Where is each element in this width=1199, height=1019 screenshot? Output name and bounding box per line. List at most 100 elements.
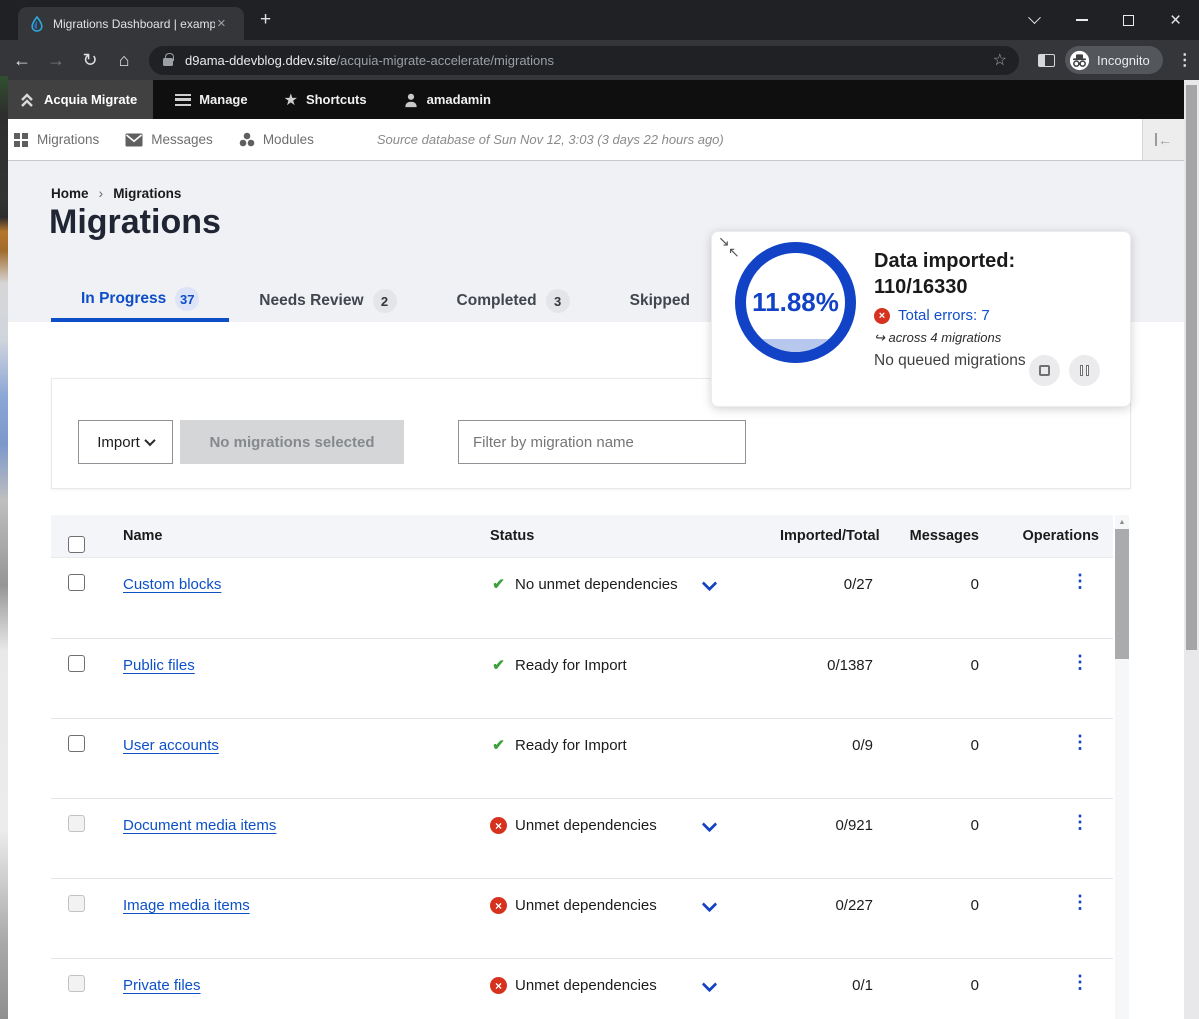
status-text: Unmet dependencies <box>515 896 657 916</box>
tab-completed[interactable]: Completed 3 <box>427 280 600 322</box>
migration-name-link[interactable]: Custom blocks <box>123 576 221 593</box>
status-expand-chevron-icon[interactable] <box>702 576 718 592</box>
page-scrollbar-thumb[interactable] <box>1186 85 1197 650</box>
status-error-icon: × <box>490 897 507 914</box>
row-operations-icon[interactable]: ⋮ <box>1071 652 1089 672</box>
scroll-up-arrow-icon[interactable]: ▲ <box>1115 515 1129 529</box>
status-text: Unmet dependencies <box>515 976 657 996</box>
total-errors-link[interactable]: Total errors: 7 <box>898 307 990 324</box>
tab-count-badge: 3 <box>546 289 570 313</box>
table-scrollbar[interactable]: ▲ <box>1115 515 1129 1019</box>
url-path: /acquia-migrate-accelerate/migrations <box>337 53 554 68</box>
migration-name-link[interactable]: Document media items <box>123 817 276 834</box>
toolbar-item-messages[interactable]: Messages <box>112 132 226 147</box>
side-panel-icon[interactable] <box>1038 54 1055 67</box>
row-operations-icon[interactable]: ⋮ <box>1071 892 1089 912</box>
toolbar-collapse-button[interactable]: ← <box>1142 119 1184 160</box>
address-input[interactable]: d9ama-ddevblog.ddev.site /acquia-migrate… <box>149 46 1019 75</box>
row-operations-icon[interactable]: ⋮ <box>1071 571 1089 591</box>
row-checkbox[interactable] <box>68 815 85 832</box>
window-minimize-button[interactable] <box>1058 0 1105 40</box>
status-expand-chevron-icon[interactable] <box>702 897 718 913</box>
pause-button[interactable] <box>1069 355 1100 386</box>
migration-name-link[interactable]: Image media items <box>123 897 250 914</box>
status-expand-chevron-icon[interactable] <box>702 817 718 833</box>
admin-toolbar: Acquia Migrate Manage ★ Shortcuts amadam… <box>8 80 1184 119</box>
tab-label: Completed <box>457 292 537 310</box>
minimize-icon <box>1076 19 1088 21</box>
tab-search-button[interactable] <box>1011 0 1058 40</box>
acquia-migrate-brand[interactable]: Acquia Migrate <box>8 80 153 119</box>
row-checkbox[interactable] <box>68 574 85 591</box>
bookmark-star-icon[interactable]: ☆ <box>993 50 1007 70</box>
imported-total: 0/921 <box>780 799 873 836</box>
shortcuts-menu[interactable]: ★ Shortcuts <box>270 80 381 119</box>
url-host: d9ama-ddevblog.ddev.site <box>185 53 337 68</box>
error-icon: × <box>874 308 890 324</box>
imported-total: 0/227 <box>780 879 873 916</box>
row-checkbox[interactable] <box>68 655 85 672</box>
across-migrations-note: ↪ across 4 migrations <box>874 330 1026 346</box>
select-all-checkbox[interactable] <box>68 536 85 553</box>
imported-total: 0/1 <box>780 959 873 996</box>
row-checkbox[interactable] <box>68 735 85 752</box>
breadcrumb: Home › Migrations <box>51 185 181 201</box>
incognito-icon <box>1069 50 1090 71</box>
migration-name-link[interactable]: User accounts <box>123 737 219 754</box>
header-messages: Messages <box>873 528 979 544</box>
tab-count-badge: 2 <box>373 289 397 313</box>
browser-menu-icon[interactable]: ⋮ <box>1174 50 1196 70</box>
browser-tab[interactable]: Migrations Dashboard | example × <box>18 7 244 40</box>
row-operations-icon[interactable]: ⋮ <box>1071 732 1089 752</box>
import-dropdown-button[interactable]: Import <box>78 420 173 464</box>
tab-needs-review[interactable]: Needs Review2 <box>229 280 426 322</box>
status-ok-icon: ✔ <box>490 576 507 593</box>
row-operations-icon[interactable]: ⋮ <box>1071 972 1089 992</box>
forward-button[interactable]: → <box>39 50 73 71</box>
reload-button[interactable]: ↻ <box>73 50 107 71</box>
status-ok-icon: ✔ <box>490 737 507 754</box>
stop-button[interactable] <box>1029 355 1060 386</box>
manage-menu[interactable]: Manage <box>161 80 261 119</box>
back-button[interactable]: ← <box>5 50 39 71</box>
migration-name-link[interactable]: Public files <box>123 657 195 674</box>
window-maximize-button[interactable] <box>1105 0 1152 40</box>
brand-label: Acquia Migrate <box>44 92 137 107</box>
filter-input[interactable] <box>458 420 746 464</box>
page-scrollbar[interactable] <box>1184 80 1199 1019</box>
migration-name-link[interactable]: Private files <box>123 977 201 994</box>
row-checkbox[interactable] <box>68 975 85 992</box>
tab-title: Migrations Dashboard | example <box>53 17 215 31</box>
tab-in-progress[interactable]: In Progress37 <box>51 280 229 322</box>
chevron-down-icon <box>144 435 155 446</box>
user-menu[interactable]: amadamin <box>389 80 505 119</box>
row-checkbox[interactable] <box>68 895 85 912</box>
card-collapse-icon[interactable]: ↘ ↖ <box>718 234 730 248</box>
progress-overlay-card: ↘ ↖ 11.88% Data imported: 110/16330 × To… <box>711 231 1131 407</box>
messages-label: Messages <box>151 132 213 147</box>
chevron-down-icon <box>1028 11 1041 24</box>
page-title: Migrations <box>49 203 221 242</box>
header-imported-total: Imported/Total <box>780 528 873 544</box>
breadcrumb-home-link[interactable]: Home <box>51 186 89 201</box>
progress-percent: 11.88% <box>752 287 839 318</box>
toolbar-item-modules[interactable]: Modules <box>226 132 327 147</box>
no-migrations-selected-button[interactable]: No migrations selected <box>180 420 404 464</box>
row-operations-icon[interactable]: ⋮ <box>1071 812 1089 832</box>
toolbar-item-migrations[interactable]: Migrations <box>8 132 112 148</box>
status-ok-icon: ✔ <box>490 657 507 674</box>
status-expand-chevron-icon[interactable] <box>702 977 718 993</box>
pause-icon <box>1080 365 1089 376</box>
new-tab-button[interactable]: + <box>260 9 271 31</box>
header-name: Name <box>107 528 490 544</box>
home-button[interactable]: ⌂ <box>107 50 141 71</box>
lock-icon <box>163 58 173 66</box>
browser-address-bar: ← → ↻ ⌂ d9ama-ddevblog.ddev.site /acquia… <box>0 40 1199 80</box>
table-scrollbar-thumb[interactable] <box>1115 529 1129 659</box>
table-row: Public files✔Ready for Import0/13870⋮ <box>51 638 1113 718</box>
maximize-icon <box>1123 15 1134 26</box>
tab-close-icon[interactable]: × <box>217 16 226 31</box>
incognito-badge: Incognito <box>1065 46 1163 74</box>
window-close-button[interactable]: × <box>1152 0 1199 40</box>
tab-skipped[interactable]: Skipped <box>600 280 720 322</box>
